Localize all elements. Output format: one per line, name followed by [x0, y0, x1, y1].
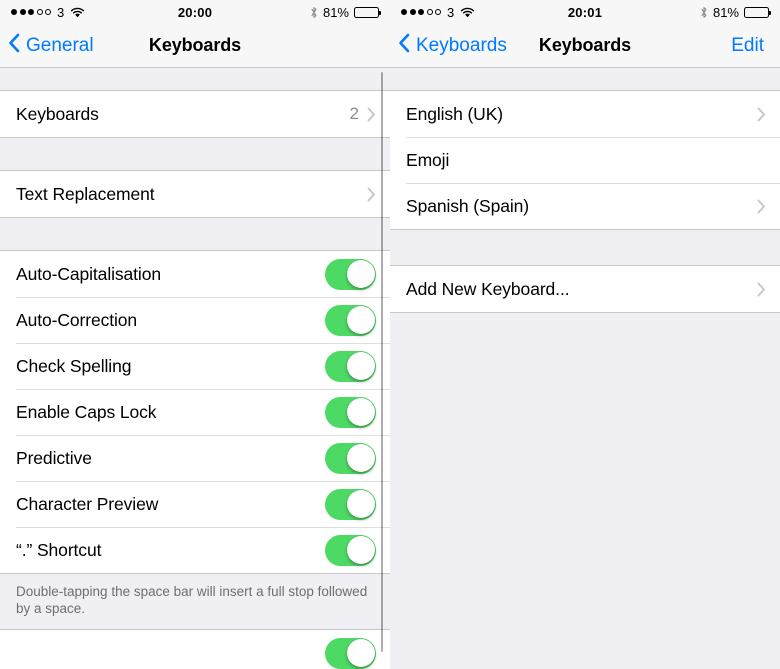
right-phone-screen: 3 20:01 81% Keyboards Keyboards Edit Eng… [390, 0, 780, 669]
row-label: Keyboards [16, 103, 99, 124]
group-add-keyboard: Add New Keyboard... [390, 265, 780, 313]
toggle-auto-capitalisation[interactable] [325, 258, 376, 290]
status-bar-right-cluster: 81% [700, 4, 771, 20]
nav-bar-left: General Keyboards [0, 24, 390, 68]
chevron-left-icon [8, 33, 20, 59]
toggle-partial-next[interactable] [325, 637, 376, 669]
row-label: Check Spelling [16, 355, 132, 376]
row-auto-correction[interactable]: Auto-Correction [0, 297, 390, 343]
row-accessory [757, 107, 766, 122]
chevron-right-icon [757, 107, 766, 122]
row-label: Auto-Capitalisation [16, 263, 161, 284]
toggle-knob [346, 444, 375, 472]
toggle-knob [346, 536, 375, 564]
back-button-keyboards[interactable]: Keyboards [390, 33, 507, 59]
back-button-label: General [26, 34, 94, 56]
dual-screenshot-container: 3 20:00 81% General Keyboards Keyboards … [0, 0, 780, 669]
row-keyboards[interactable]: Keyboards 2 [0, 91, 390, 137]
group-keyboard-options: Auto-Capitalisation Auto-Correction Chec… [0, 250, 390, 574]
left-phone-screen: 3 20:00 81% General Keyboards Keyboards … [0, 0, 390, 669]
row-label: Predictive [16, 447, 92, 468]
row-text-replacement[interactable]: Text Replacement [0, 171, 390, 217]
chevron-right-icon [757, 199, 766, 214]
row-accessory [367, 187, 376, 202]
toggle-knob [346, 306, 375, 334]
group-keyboards: Keyboards 2 [0, 90, 390, 138]
vertical-scrollbar[interactable] [380, 72, 383, 652]
row-label: Spanish (Spain) [406, 195, 530, 216]
row-label: Emoji [406, 149, 450, 170]
bluetooth-icon [310, 6, 318, 19]
row-character-preview[interactable]: Character Preview [0, 481, 390, 527]
row-auto-capitalisation[interactable]: Auto-Capitalisation [0, 251, 390, 297]
toggle-character-preview[interactable] [325, 488, 376, 520]
toggle-knob [346, 398, 375, 426]
back-button-label: Keyboards [416, 34, 507, 56]
battery-percent-label: 81% [712, 4, 739, 20]
row-label: Add New Keyboard... [406, 278, 570, 299]
toggle-knob [346, 490, 375, 518]
status-bar-right: 3 20:01 81% [390, 0, 780, 24]
row-spanish-spain[interactable]: Spanish (Spain) [390, 183, 780, 229]
toggle-predictive[interactable] [325, 442, 376, 474]
row-label: Character Preview [16, 493, 159, 514]
row-accessory [757, 282, 766, 297]
row-label: “.” Shortcut [16, 539, 102, 560]
back-button-general[interactable]: General [0, 33, 94, 59]
edit-button[interactable]: Edit [731, 35, 780, 57]
battery-icon [354, 6, 381, 18]
row-period-shortcut[interactable]: “.” Shortcut [0, 527, 390, 573]
chevron-left-icon [398, 33, 410, 59]
row-emoji[interactable]: Emoji [390, 137, 780, 183]
chevron-right-icon [757, 282, 766, 297]
row-check-spelling[interactable]: Check Spelling [0, 343, 390, 389]
settings-list-right: English (UK) Emoji Spanish (Spain) Add N… [390, 68, 780, 669]
battery-percent-label: 81% [322, 4, 349, 20]
toggle-auto-correction[interactable] [325, 304, 376, 336]
row-detail-value: 2 [349, 104, 359, 123]
status-bar-left: 3 20:00 81% [0, 0, 390, 24]
chevron-right-icon [367, 187, 376, 202]
chevron-right-icon [367, 107, 376, 122]
group-partial-next [0, 629, 390, 669]
row-add-new-keyboard[interactable]: Add New Keyboard... [390, 266, 780, 312]
toggle-knob [346, 260, 375, 288]
row-label: Auto-Correction [16, 309, 138, 330]
nav-bar-right: Keyboards Keyboards Edit [390, 24, 780, 68]
row-accessory: 2 [350, 104, 376, 124]
toggle-knob [346, 639, 375, 667]
row-label: Text Replacement [16, 183, 155, 204]
toggle-period-shortcut[interactable] [325, 534, 376, 566]
group-text-replacement: Text Replacement [0, 170, 390, 218]
toggle-check-spelling[interactable] [325, 350, 376, 382]
bluetooth-icon [700, 6, 708, 19]
row-enable-caps-lock[interactable]: Enable Caps Lock [0, 389, 390, 435]
row-accessory [757, 199, 766, 214]
toggle-knob [346, 352, 375, 380]
toggle-enable-caps-lock[interactable] [325, 396, 376, 428]
row-predictive[interactable]: Predictive [0, 435, 390, 481]
section-footer-note: Double-tapping the space bar will insert… [0, 574, 390, 629]
row-label: Enable Caps Lock [16, 401, 157, 422]
group-active-keyboards: English (UK) Emoji Spanish (Spain) [390, 90, 780, 230]
row-partial-next[interactable] [0, 630, 390, 669]
settings-list-left: Keyboards 2 Text Replacement Auto-Capita… [0, 68, 390, 669]
row-label: English (UK) [406, 103, 504, 124]
status-bar-right-cluster: 81% [310, 4, 381, 20]
row-english-uk[interactable]: English (UK) [390, 91, 780, 137]
battery-icon [744, 6, 771, 18]
